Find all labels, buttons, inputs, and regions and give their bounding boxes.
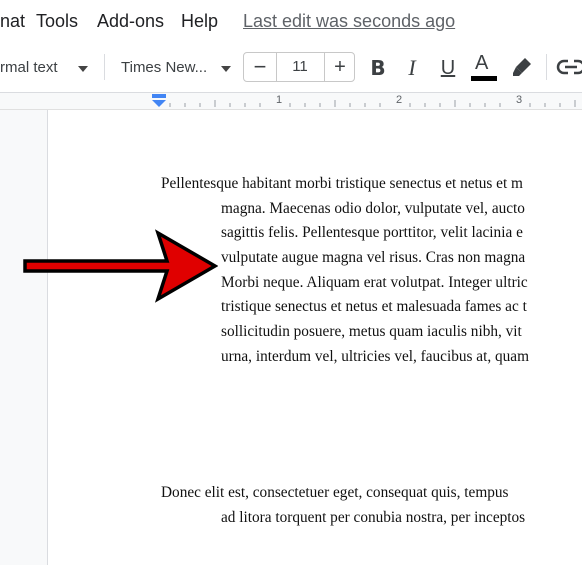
- increase-font-size-button[interactable]: +: [324, 53, 355, 81]
- toolbar: rmal text Times New... − 11 + B I U A: [0, 42, 582, 93]
- menu-bar: nat Tools Add-ons Help Last edit was sec…: [0, 0, 582, 42]
- indent-marker-icon[interactable]: [151, 94, 167, 108]
- font-size-input[interactable]: 11: [276, 53, 324, 81]
- menu-tools[interactable]: Tools: [36, 11, 78, 32]
- bold-button[interactable]: B: [364, 54, 392, 82]
- toolbar-divider: [546, 54, 547, 80]
- underline-button[interactable]: U: [434, 54, 462, 82]
- highlighter-icon[interactable]: [510, 55, 534, 79]
- paragraph-line: tristique senectus et netus et malesuada…: [221, 298, 527, 315]
- ruler-ticks: [169, 100, 576, 107]
- ruler-mark-2: 2: [396, 94, 403, 106]
- toolbar-divider: [104, 54, 105, 80]
- paragraph-line: Morbi neque. Aliquam erat volutpat. Inte…: [221, 274, 528, 291]
- paragraph-style-select[interactable]: rmal text: [0, 59, 58, 76]
- document-left-margin: [0, 110, 48, 565]
- menu-help[interactable]: Help: [181, 11, 218, 32]
- link-icon[interactable]: [556, 56, 582, 78]
- paragraph-line: sollicitudin posuere, metus quam iaculis…: [221, 323, 522, 340]
- menu-format[interactable]: nat: [0, 11, 25, 32]
- text-color-bar: [471, 76, 497, 81]
- red-arrow-icon: [23, 229, 218, 303]
- document-page[interactable]: Pellentesque habitant morbi tristique se…: [48, 110, 582, 565]
- font-dropdown-icon[interactable]: [221, 66, 231, 72]
- font-family-select[interactable]: Times New...: [121, 59, 207, 76]
- paragraph-line: magna. Maecenas odio dolor, vulputate ve…: [221, 200, 525, 217]
- ruler: 1 2 3: [0, 93, 582, 110]
- paragraph-line: vulputate augue magna vel risus. Cras no…: [221, 249, 526, 266]
- paragraph-line: Pellentesque habitant morbi tristique se…: [161, 175, 523, 192]
- text-color-letter: A: [475, 52, 489, 74]
- text-color-button[interactable]: A: [470, 52, 498, 86]
- paragraph-line: Donec elit est, consectetuer eget, conse…: [161, 484, 509, 501]
- paragraph-line: ad litora torquent per conubia nostra, p…: [221, 509, 526, 526]
- style-dropdown-icon[interactable]: [78, 66, 88, 72]
- italic-button[interactable]: I: [398, 54, 426, 82]
- ruler-mark-3: 3: [516, 94, 523, 106]
- menu-addons[interactable]: Add-ons: [97, 11, 164, 32]
- font-size-control: − 11 +: [243, 52, 355, 82]
- last-edit-link[interactable]: Last edit was seconds ago: [243, 11, 455, 32]
- paragraph-line: urna, interdum vel, ultricies vel, fauci…: [221, 348, 529, 365]
- paragraph-line: sagittis felis. Pellentesque porttitor, …: [221, 224, 523, 241]
- ruler-mark-1: 1: [276, 94, 283, 106]
- decrease-font-size-button[interactable]: −: [244, 53, 277, 81]
